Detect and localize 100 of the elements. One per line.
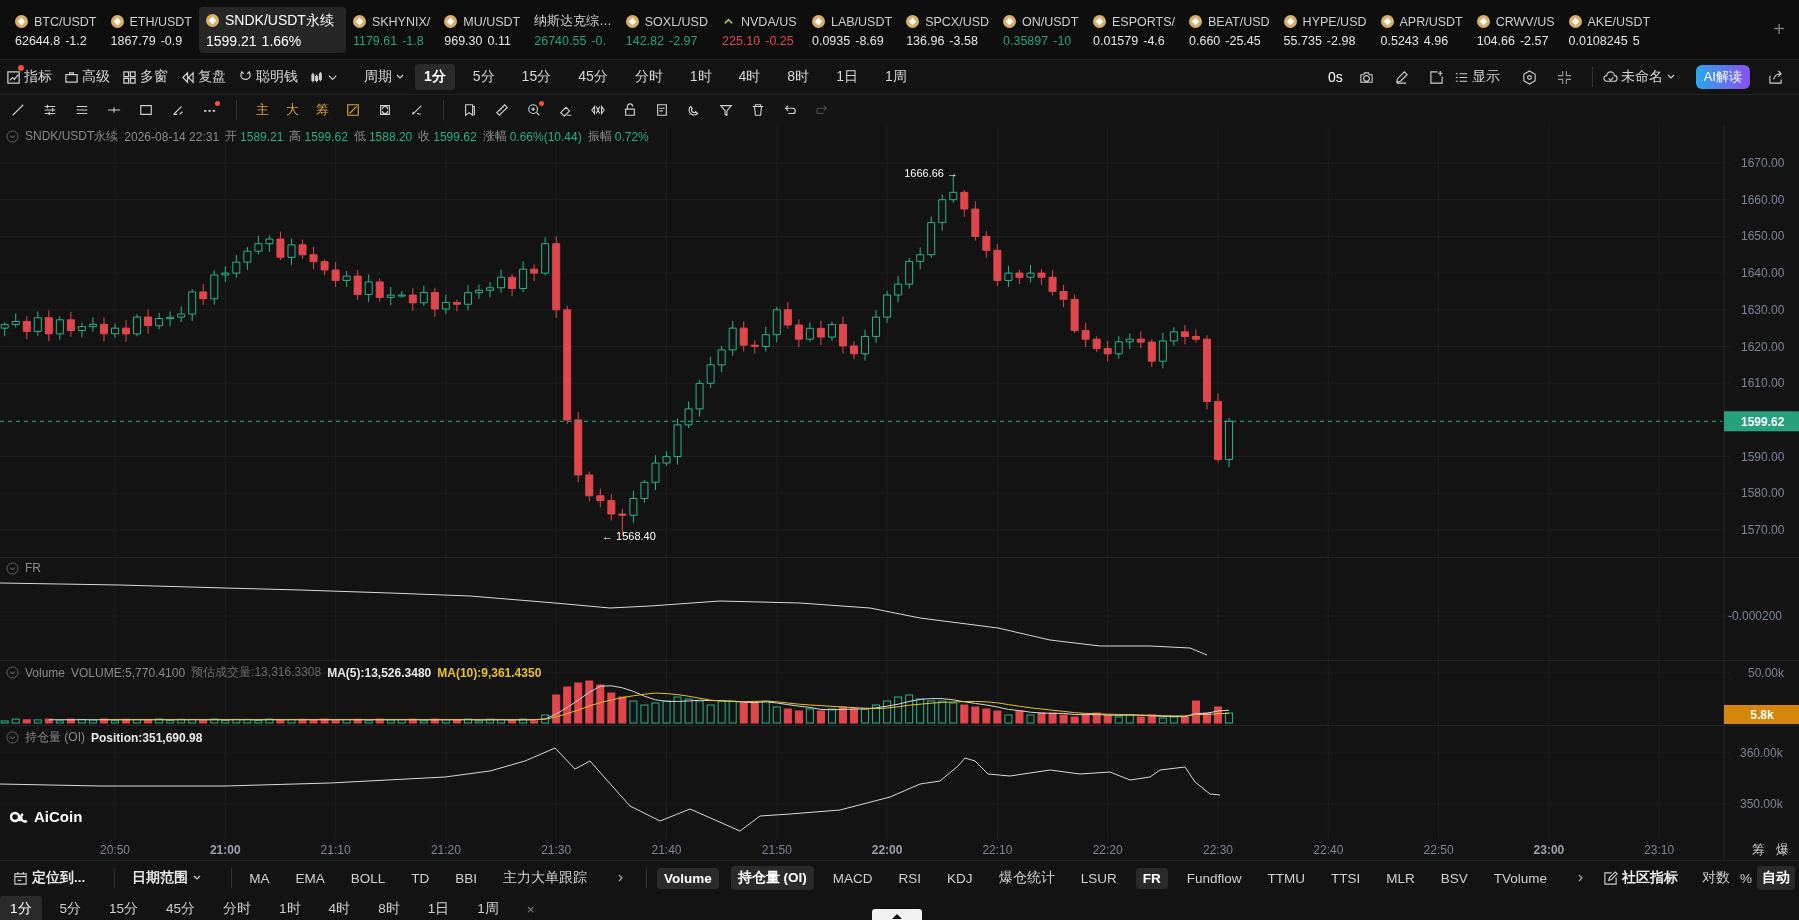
indicator-tab[interactable]: KDJ — [940, 867, 980, 889]
indicator-tab[interactable]: 持仓量 (OI) — [730, 866, 814, 890]
indicator-tab[interactable]: FR — [1135, 867, 1168, 889]
ticker-tab[interactable]: ON/USDT 0.35897 -10 — [996, 7, 1087, 52]
ai-button[interactable]: AI解读 — [1695, 65, 1750, 89]
period-tab[interactable]: 1日 — [417, 896, 460, 920]
toolbar-button[interactable]: 指标 — [6, 68, 52, 86]
bookmark-icon[interactable] — [463, 103, 477, 117]
brush-icon[interactable] — [171, 103, 185, 117]
locate-button[interactable]: 定位到... — [6, 866, 93, 890]
zoom-icon[interactable] — [527, 103, 541, 117]
close-button[interactable]: × — [516, 897, 545, 920]
toolbar-button[interactable]: 多窗 — [122, 68, 168, 86]
ruler-icon[interactable] — [495, 103, 509, 117]
layout-dropdown[interactable]: 未命名 — [1602, 68, 1676, 86]
period-tab[interactable]: 分时 — [213, 896, 262, 920]
indicator-tab[interactable]: BOLL — [343, 867, 393, 889]
date-range-dropdown[interactable]: 日期范围 — [125, 866, 210, 890]
ticker-tab[interactable]: BEAT/USD 0.660 -25.45 — [1182, 7, 1277, 52]
period-tab[interactable]: 1时 — [269, 896, 311, 920]
ticker-tab[interactable]: ESPORTS/ 0.01579 -4.6 — [1086, 7, 1182, 52]
ticker-tab[interactable]: BTC/USDT 62644.8 -1.2 — [8, 7, 104, 52]
indicator-tab[interactable]: TTMU — [1260, 867, 1312, 889]
period-tab[interactable]: 5分 — [49, 896, 92, 920]
square-slash-icon[interactable] — [346, 103, 360, 117]
ticker-tab[interactable]: AKE/USDT 0.0108245 5 — [1561, 7, 1658, 52]
scale-option[interactable]: 对数 — [1697, 866, 1735, 890]
axis-toggle[interactable]: 爆 — [1776, 842, 1789, 857]
period-tab[interactable]: 1分 — [415, 64, 455, 90]
sliders-icon[interactable] — [43, 103, 57, 117]
axis-toggle[interactable]: 筹 — [1752, 842, 1765, 857]
indicator-tab[interactable]: BBI — [448, 867, 485, 889]
note-icon[interactable] — [655, 103, 669, 117]
ticker-tab[interactable]: CRWV/US 104.66 -2.57 — [1469, 7, 1562, 52]
scale-option[interactable]: % — [1735, 867, 1757, 889]
ticker-tab[interactable]: HYPE/USD 55.735 -2.98 — [1276, 7, 1374, 52]
period-tab[interactable]: 5分 — [463, 64, 504, 90]
drawing-tool-button[interactable]: 筹 — [307, 100, 337, 120]
ticker-tab[interactable]: MU/USDT 969.30 0.11 — [437, 7, 528, 52]
pencil-icon[interactable] — [1393, 69, 1409, 85]
filter-icon[interactable] — [719, 103, 733, 117]
indicator-tab[interactable]: Volume — [657, 867, 719, 889]
period-tab[interactable]: 4时 — [729, 64, 770, 90]
indicator-tab[interactable]: MACD — [825, 867, 880, 889]
indicator-tab[interactable]: EMA — [288, 867, 332, 889]
community-indicator-button[interactable]: 社区指标 — [1596, 866, 1685, 890]
period-tab[interactable]: 1日 — [827, 64, 867, 90]
undo-icon[interactable] — [783, 103, 797, 117]
ticker-tab[interactable]: SKHYNIX/ 1179.61 -1.8 — [345, 7, 438, 52]
toolbar-button[interactable]: 高级 — [64, 68, 110, 86]
period-tab[interactable]: 1周 — [467, 896, 509, 920]
indicator-tab[interactable]: Fundflow — [1179, 867, 1249, 889]
share-icon[interactable] — [1768, 69, 1783, 85]
trend-line-icon[interactable] — [11, 103, 25, 117]
indicator-tab[interactable]: 爆仓统计 — [991, 866, 1062, 890]
trash-icon[interactable] — [751, 103, 765, 117]
period-tab[interactable]: 15分 — [99, 896, 149, 920]
period-tab[interactable]: 1周 — [875, 64, 916, 90]
ticker-tab[interactable]: 纳斯达克综… 26740.55 -0. — [527, 7, 619, 52]
expand-tab[interactable] — [872, 909, 922, 920]
add-button[interactable]: + — [1773, 18, 1785, 41]
indicator-tab[interactable]: BSV — [1433, 867, 1475, 889]
period-dropdown[interactable]: 周期 — [364, 68, 405, 86]
indicator-tab[interactable]: TTSI — [1323, 867, 1368, 889]
ticker-tab[interactable]: LAB/USDT 0.0935 -8.69 — [805, 7, 900, 52]
period-tab[interactable]: 15分 — [512, 64, 561, 90]
indicator-tab[interactable]: TVolume — [1486, 867, 1554, 889]
lines-icon[interactable] — [75, 103, 89, 117]
display-button[interactable]: 显示 — [1453, 68, 1500, 86]
period-tab[interactable]: 8时 — [368, 896, 410, 920]
indicator-tab[interactable]: MA — [242, 867, 277, 889]
indicator-tab[interactable]: LSUR — [1073, 867, 1124, 889]
settings-icon[interactable] — [1521, 69, 1537, 85]
ticker-tab[interactable]: SPCX/USD 136.96 -3.58 — [899, 7, 997, 52]
drawing-tool-button[interactable]: 主 — [247, 100, 277, 120]
period-tab[interactable]: 分时 — [625, 64, 672, 90]
toolbar-button[interactable]: 聪明钱 — [238, 68, 298, 86]
period-tab[interactable]: 8时 — [778, 64, 819, 90]
lock-icon[interactable] — [623, 103, 637, 117]
period-tab[interactable]: 1分 — [0, 896, 42, 920]
indicator-tab[interactable]: RSI — [891, 867, 929, 889]
period-tab[interactable]: 45分 — [569, 64, 617, 90]
toolbar-button[interactable]: 复盘 — [180, 68, 226, 86]
period-tab[interactable]: 4时 — [318, 896, 361, 920]
drawing-tool-button[interactable]: 大 — [277, 100, 307, 120]
ticker-tab[interactable]: ETH/USDT 1867.79 -0.9 — [103, 7, 199, 52]
indicator-tab[interactable]: 主力大单跟踪 — [496, 866, 595, 890]
rectangle-icon[interactable] — [139, 103, 153, 117]
period-tab[interactable]: 1时 — [680, 64, 721, 90]
indicator-tab[interactable]: MLR — [1379, 867, 1422, 889]
collapse-icon[interactable] — [1556, 69, 1572, 85]
period-tab[interactable]: 45分 — [156, 896, 206, 920]
ticker-tab[interactable]: SOXL/USD 142.82 -2.97 — [618, 7, 715, 52]
scale-option[interactable]: 自动 — [1757, 866, 1795, 890]
ticker-tab[interactable]: NVDA/US 225.10 -0.25 — [715, 7, 805, 52]
ticker-tab[interactable]: APR/USDT 0.5243 4.96 — [1373, 7, 1470, 52]
indicator-tab[interactable]: TD — [404, 867, 437, 889]
cycle-icon[interactable] — [378, 103, 392, 117]
ticker-tab[interactable]: SNDK/USDT永续 1599.21 1.66% — [199, 6, 346, 53]
pen-icon[interactable] — [410, 103, 424, 117]
